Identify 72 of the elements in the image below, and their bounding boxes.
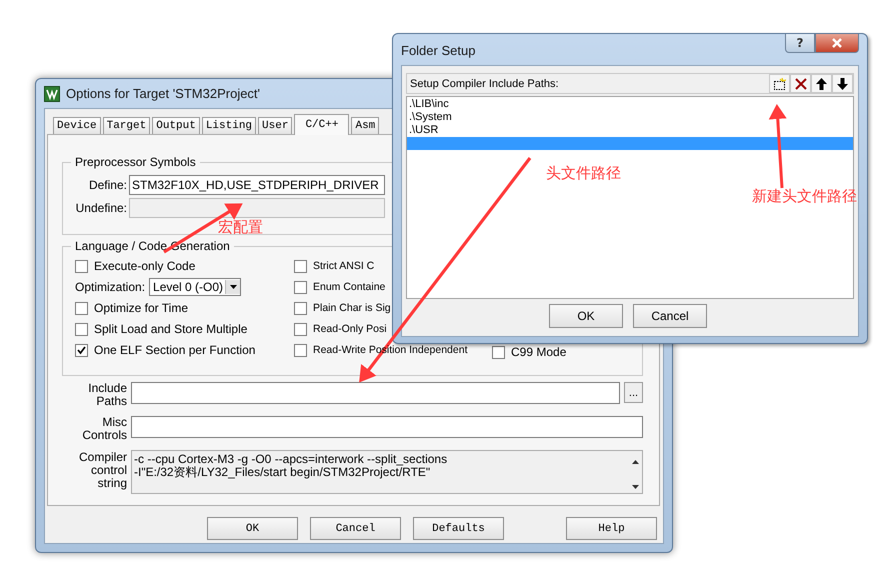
- close-button[interactable]: [815, 34, 859, 53]
- checkbox[interactable]: [75, 302, 88, 314]
- checkbox[interactable]: [294, 302, 307, 314]
- tab[interactable]: Device: [53, 117, 101, 134]
- annotation-text: 宏配置: [218, 218, 263, 237]
- checkbox[interactable]: [492, 346, 505, 358]
- field-label: Optimization:: [75, 280, 146, 294]
- dialog-button[interactable]: Help: [566, 517, 657, 540]
- dialog-button[interactable]: Defaults: [413, 517, 504, 540]
- annotation-text: 新建头文件路径: [752, 187, 857, 206]
- dialog-button[interactable]: Cancel: [310, 517, 401, 540]
- move-up-button[interactable]: [811, 74, 832, 93]
- optimization-dropdown[interactable]: Level 0 (-O0): [149, 278, 242, 296]
- arrow-up-icon: [816, 78, 827, 90]
- scroll-up-icon[interactable]: [632, 460, 638, 464]
- window-title: Folder Setup: [401, 43, 476, 58]
- delete-icon: [794, 78, 806, 90]
- dialog-button[interactable]: OK: [549, 304, 623, 328]
- checkbox[interactable]: [294, 344, 307, 356]
- field-label: Undefine:: [74, 201, 127, 215]
- checkbox[interactable]: [75, 344, 88, 356]
- tab[interactable]: Listing: [202, 117, 256, 134]
- field-label: Misc Controls: [81, 416, 127, 442]
- checkbox-label: Execute-only Code: [94, 259, 196, 273]
- tab[interactable]: C/C++: [294, 114, 350, 135]
- new-folder-icon: [773, 78, 786, 90]
- checkbox-label: Read-Only Posi: [313, 323, 387, 335]
- checkbox[interactable]: [294, 322, 307, 336]
- help-button[interactable]: ?: [785, 34, 815, 53]
- field-label: Define:: [88, 178, 127, 192]
- checkbox-label: Enum Containe: [313, 281, 386, 293]
- app-icon: [44, 86, 60, 102]
- tab[interactable]: Asm: [351, 117, 380, 134]
- checkbox[interactable]: [75, 322, 88, 336]
- undefine-field[interactable]: [129, 198, 385, 218]
- scroll-down-icon[interactable]: [632, 485, 638, 489]
- checkbox-label: Strict ANSI C: [313, 260, 374, 272]
- field-label: Compiler control string: [78, 450, 127, 490]
- path-list-item[interactable]: .\System: [407, 111, 853, 124]
- checkbox[interactable]: [294, 260, 307, 272]
- group-title: Preprocessor Symbols: [74, 155, 197, 169]
- checkbox-label: One ELF Section per Function: [94, 343, 256, 357]
- dialog-button[interactable]: OK: [207, 517, 298, 540]
- browse-button[interactable]: ...: [624, 382, 643, 403]
- include-paths-field[interactable]: [131, 382, 620, 404]
- tab[interactable]: Output: [152, 117, 200, 134]
- define-field[interactable]: STM32F10X_HD,USE_STDPERIPH_DRIVER: [129, 175, 385, 195]
- move-down-button[interactable]: [832, 74, 853, 93]
- annotation-text: 头文件路径: [546, 164, 621, 183]
- checkbox-label: Plain Char is Sig: [313, 302, 391, 314]
- tab[interactable]: User: [258, 117, 292, 134]
- field-label: Include Paths: [87, 382, 127, 408]
- checkbox-label: Optimize for Time: [94, 301, 188, 315]
- new-folder-button[interactable]: [769, 74, 790, 93]
- path-list-item[interactable]: .\LIB\inc: [407, 98, 853, 111]
- checkbox-label: Split Load and Store Multiple: [94, 322, 248, 336]
- close-icon: [832, 38, 842, 48]
- window-title: Options for Target 'STM32Project': [66, 86, 260, 101]
- tab[interactable]: Target: [102, 117, 150, 134]
- dropdown-arrow-icon: [230, 285, 237, 289]
- compiler-string-line: -c --cpu Cortex-M3 -g -O0 --apcs=interwork --split_sections: [134, 453, 448, 466]
- misc-controls-field[interactable]: [131, 416, 643, 438]
- list-title: Setup Compiler Include Paths:: [410, 78, 559, 90]
- compiler-string-line: -I"E:/32资料/LY32_Files/start begin/STM32Project/RTE": [134, 466, 430, 479]
- path-list-item[interactable]: .\USR: [407, 124, 853, 137]
- compiler-string-field[interactable]: -c --cpu Cortex-M3 -g -O0 --apcs=interwork --split_sections -I"E:/32资料/LY32_Files/start begin/STM32Project/RTE": [131, 450, 643, 494]
- arrow-down-icon: [837, 78, 848, 90]
- checkbox[interactable]: [294, 280, 307, 294]
- delete-button[interactable]: [790, 74, 811, 93]
- dialog-button[interactable]: Cancel: [633, 304, 707, 328]
- checkbox-label: C99 Mode: [511, 345, 566, 359]
- checkbox[interactable]: [75, 260, 88, 272]
